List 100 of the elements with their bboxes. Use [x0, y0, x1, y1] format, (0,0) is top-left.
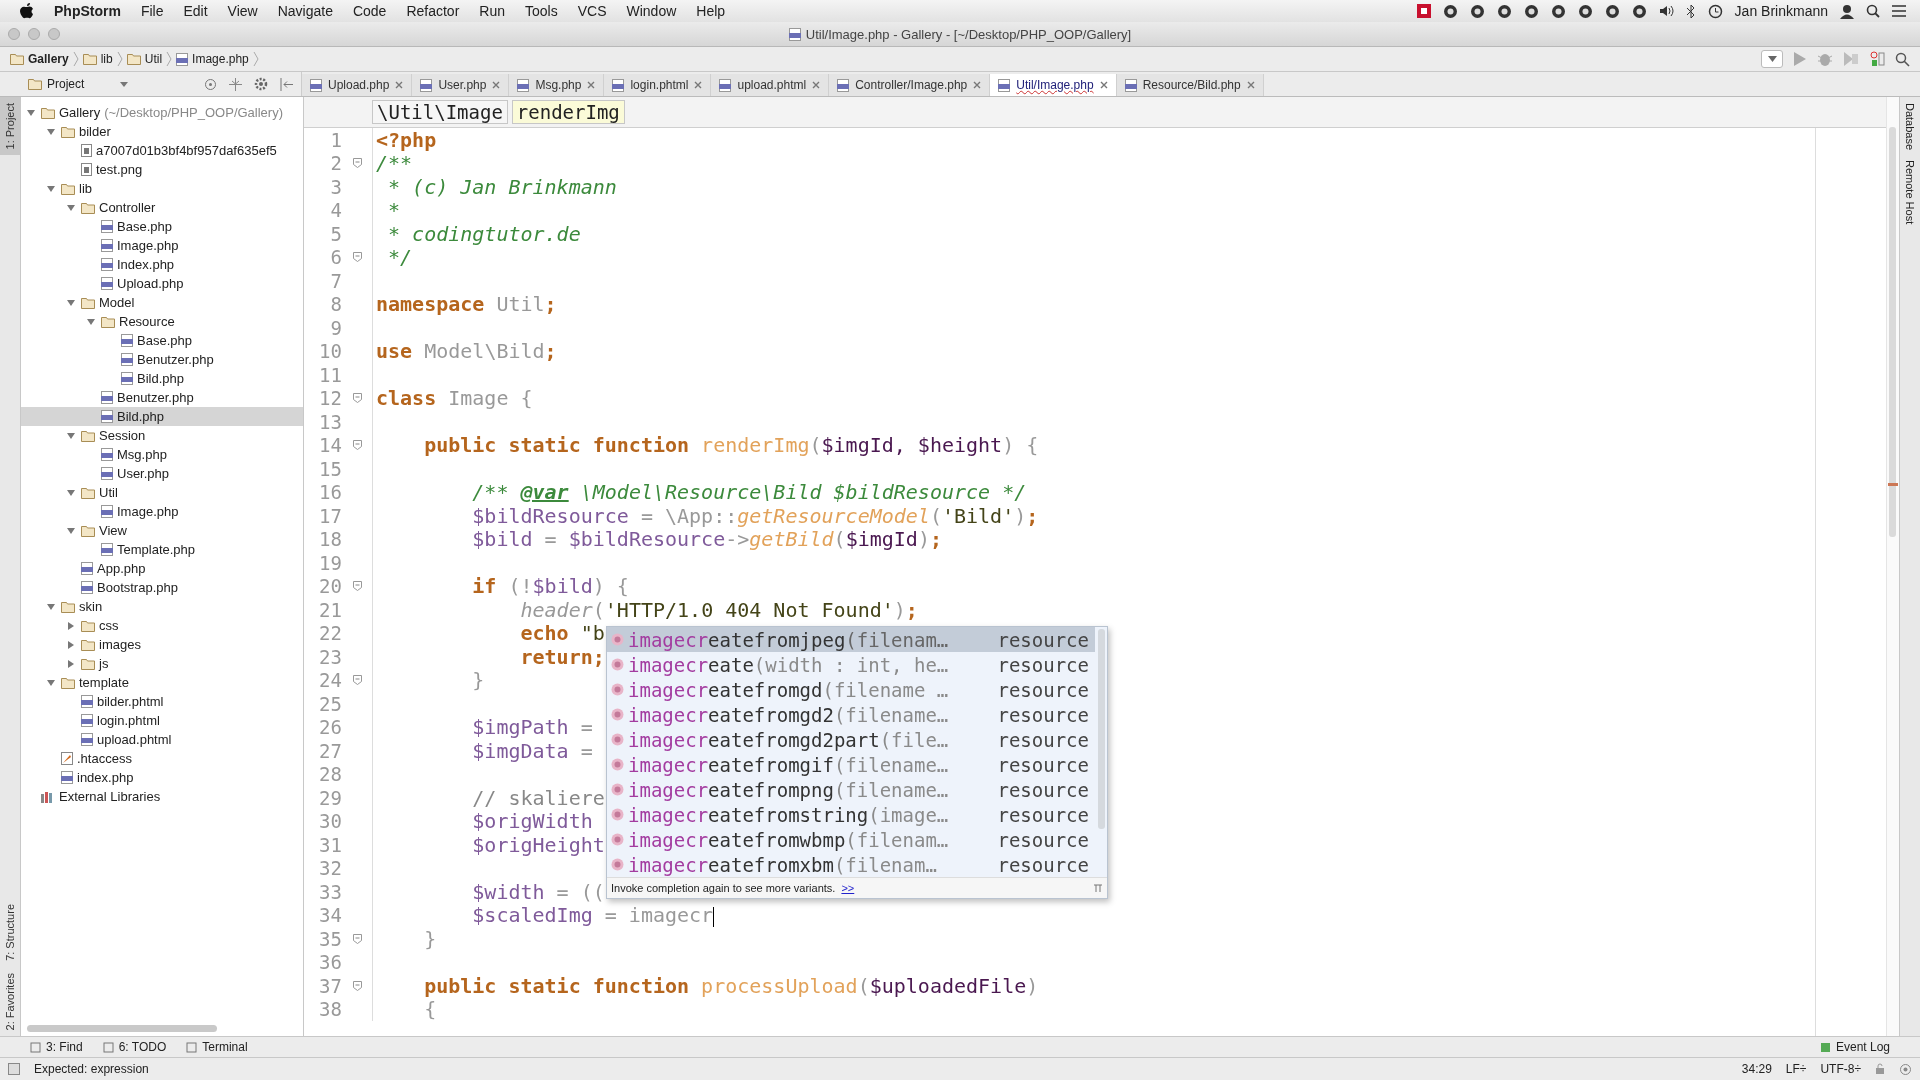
tree-item[interactable]: template: [21, 673, 303, 692]
tool-window-button[interactable]: 1: Project: [0, 97, 20, 156]
menu-item[interactable]: Help: [696, 3, 726, 19]
editor-tab[interactable]: login.phtml: [604, 74, 712, 96]
menu-item[interactable]: Window: [626, 3, 677, 19]
completion-item[interactable]: imagecreate(width : int, he… resource: [607, 652, 1095, 677]
completion-item[interactable]: imagecreatefromgif(filename… resource: [607, 752, 1095, 777]
tree-item[interactable]: Image.php: [21, 236, 303, 255]
tree-item[interactable]: Model: [21, 293, 303, 312]
tree-item[interactable]: Msg.php: [21, 445, 303, 464]
tool-window-button[interactable]: Database: [1900, 103, 1920, 151]
tree-item[interactable]: Bild.php: [21, 407, 303, 426]
completion-item[interactable]: imagecreatefromgd(filename … resource: [607, 677, 1095, 702]
completion-item[interactable]: imagecreatefromgd2part(file… resource: [607, 727, 1095, 752]
tree-item[interactable]: Bootstrap.php: [21, 578, 303, 597]
menu-item[interactable]: File: [140, 3, 164, 19]
completion-item[interactable]: imagecreatefromstring(image… resource: [607, 802, 1095, 827]
event-log-button[interactable]: Event Log: [1819, 1040, 1890, 1054]
breadcrumb[interactable]: Util: [126, 52, 163, 66]
user-name[interactable]: Jan Brinkmann: [1734, 3, 1828, 19]
tree-item[interactable]: Util: [21, 483, 303, 502]
tree-item[interactable]: Image.php: [21, 502, 303, 521]
tree-item[interactable]: App.php: [21, 559, 303, 578]
editor-tab[interactable]: Util/Image.php: [990, 74, 1117, 96]
tree-item[interactable]: css: [21, 616, 303, 635]
tree-item[interactable]: Index.php: [21, 255, 303, 274]
tree-item[interactable]: test.png: [21, 160, 303, 179]
tool-window-button[interactable]: 2: Favorites: [0, 966, 20, 1036]
tree-item[interactable]: External Libraries: [21, 787, 303, 806]
completion-item[interactable]: imagecreatefromjpeg(filenam… resource: [607, 627, 1095, 652]
completion-item[interactable]: imagecreatefromgd2(filename… resource: [607, 702, 1095, 727]
menu-item[interactable]: Refactor: [406, 3, 460, 19]
line-number: 2: [329, 152, 342, 175]
tree-item[interactable]: Upload.php: [21, 274, 303, 293]
editor-tab[interactable]: User.php: [412, 74, 510, 96]
code-line: public static function processUpload($uploadedFile): [423, 973, 1039, 998]
tree-item[interactable]: Session: [21, 426, 303, 445]
menu-item[interactable]: View: [227, 3, 258, 19]
completion-item[interactable]: imagecreatefrompng(filename… resource: [607, 777, 1095, 802]
editor-tab[interactable]: Msg.php: [509, 74, 605, 96]
tree-item[interactable]: Base.php: [21, 331, 303, 350]
tree-item[interactable]: lib: [21, 179, 303, 198]
tool-window-button[interactable]: Remote Host: [1900, 160, 1920, 225]
line-number: 15: [318, 457, 342, 480]
menu-item[interactable]: VCS: [577, 3, 607, 19]
menu-item[interactable]: Run: [479, 3, 505, 19]
breadcrumb[interactable]: lib: [82, 52, 113, 66]
line-number: 28: [318, 763, 342, 786]
completion-item[interactable]: imagecreatefromxbm(filenam… resource: [607, 852, 1095, 877]
menu-item[interactable]: Code: [352, 3, 387, 19]
app-menu[interactable]: PhpStorm: [54, 3, 121, 19]
tree-item[interactable]: Benutzer.php: [21, 388, 303, 407]
tree-item[interactable]: index.php: [21, 768, 303, 787]
editor-tab[interactable]: upload.phtml: [711, 74, 830, 96]
tree-item[interactable]: Bild.php: [21, 369, 303, 388]
breadcrumb[interactable]: Image.php: [176, 52, 249, 66]
tree-item[interactable]: Gallery (~/Desktop/PHP_OOP/Gallery): [21, 103, 303, 122]
tree-item[interactable]: Benutzer.php: [21, 350, 303, 369]
tree-item[interactable]: skin: [21, 597, 303, 616]
tree-item[interactable]: Resource: [21, 312, 303, 331]
completion-item[interactable]: imagecreatefromwbmp(filenam… resource: [607, 827, 1095, 852]
line-separator[interactable]: LF÷: [1785, 1062, 1807, 1076]
more-link[interactable]: >>: [841, 882, 855, 894]
code-line: $origHeight: [471, 832, 605, 857]
tool-window-button[interactable]: Terminal: [186, 1040, 248, 1054]
line-number: 35: [318, 927, 342, 950]
editor-tab[interactable]: Resource/Bild.php: [1116, 74, 1264, 96]
breadcrumb[interactable]: Gallery: [10, 52, 69, 66]
editor-tab[interactable]: Upload.php: [302, 74, 413, 96]
menu-item[interactable]: Navigate: [277, 3, 333, 19]
tree-item[interactable]: Base.php: [21, 217, 303, 236]
structure-crumb[interactable]: renderImg: [511, 100, 625, 124]
menu-item[interactable]: Tools: [525, 3, 558, 19]
tool-window-button[interactable]: 7: Structure: [0, 897, 20, 967]
tree-item[interactable]: images: [21, 635, 303, 654]
menu-item[interactable]: Edit: [183, 3, 208, 19]
tree-item[interactable]: View: [21, 521, 303, 540]
tree-item[interactable]: js: [21, 654, 303, 673]
line-number: 1: [329, 128, 342, 151]
tree-item[interactable]: bilder: [21, 122, 303, 141]
tree-item[interactable]: a7007d01b3bf4bf957daf635ef5: [21, 141, 303, 160]
tree-item[interactable]: Template.php: [21, 540, 303, 559]
line-number: 36: [318, 951, 342, 974]
project-view-dropdown[interactable]: Project: [28, 77, 128, 91]
tree-item[interactable]: upload.phtml: [21, 730, 303, 749]
cursor-position[interactable]: 34:29: [1741, 1062, 1772, 1076]
line-number: 33: [318, 880, 342, 903]
tool-window-button[interactable]: 6: TODO: [102, 1040, 167, 1054]
tree-item[interactable]: bilder.phtml: [21, 692, 303, 711]
tree-item[interactable]: Controller: [21, 198, 303, 217]
editor-tab[interactable]: Controller/Image.php: [829, 74, 991, 96]
structure-crumb[interactable]: \Util\Image: [372, 100, 508, 124]
tree-item[interactable]: User.php: [21, 464, 303, 483]
tree-item[interactable]: login.phtml: [21, 711, 303, 730]
line-number: 22: [318, 622, 342, 645]
code-line: }: [423, 926, 437, 951]
tree-item[interactable]: .htaccess: [21, 749, 303, 768]
tool-window-button[interactable]: 3: Find: [30, 1040, 83, 1054]
file-encoding[interactable]: UTF-8÷: [1820, 1062, 1861, 1076]
line-number: 4: [329, 199, 342, 222]
